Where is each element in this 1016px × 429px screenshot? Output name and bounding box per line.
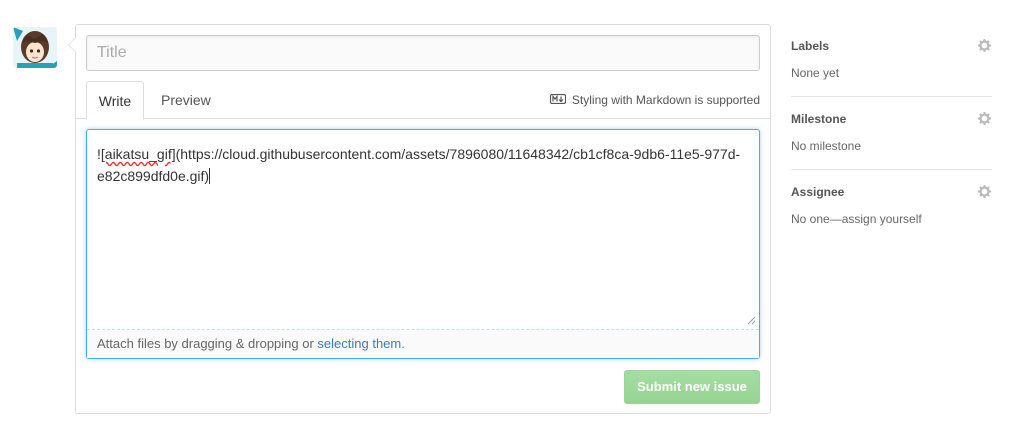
title-input[interactable]: [86, 35, 760, 71]
sidebar-assignee: Assignee No one—assign yourself: [791, 170, 992, 243]
gear-icon[interactable]: [977, 111, 992, 126]
markdown-hint-label: Styling with Markdown is supported: [571, 93, 760, 107]
attach-files-bar[interactable]: Attach files by dragging & dropping or s…: [87, 329, 759, 358]
attach-hint: Attach files by dragging & dropping or: [97, 336, 318, 351]
user-avatar[interactable]: [13, 27, 57, 68]
editor-tabbar: Write Preview Styling with Markdown is s…: [76, 81, 770, 120]
issue-composer: Write Preview Styling with Markdown is s…: [68, 24, 771, 414]
labels-value: None yet: [791, 66, 840, 80]
sidebar-labels: Labels None yet: [791, 24, 992, 97]
tab-preview[interactable]: Preview: [148, 81, 224, 119]
text-caret: [209, 168, 211, 184]
issue-sidebar: Labels None yet Milestone No milestone A…: [791, 24, 992, 243]
spellcheck-word: [aikatsu_gif]: [100, 146, 176, 162]
labels-title: Labels: [791, 39, 830, 53]
select-files-link[interactable]: selecting them.: [317, 336, 404, 351]
markdown-icon: [549, 93, 567, 107]
milestone-value: No milestone: [791, 139, 862, 153]
gear-icon[interactable]: [977, 38, 992, 53]
submit-issue-button[interactable]: Submit new issue: [624, 370, 760, 404]
comment-textarea[interactable]: ![aikatsu_gif](https://cloud.githubuserc…: [86, 129, 760, 359]
markdown-hint[interactable]: Styling with Markdown is supported: [549, 93, 760, 107]
comment-text[interactable]: ![aikatsu_gif](https://cloud.githubuserc…: [97, 143, 747, 187]
tab-write[interactable]: Write: [86, 81, 144, 120]
gear-icon[interactable]: [977, 184, 992, 199]
assignee-value[interactable]: No one—assign yourself: [791, 212, 922, 226]
resize-grip-icon[interactable]: [746, 315, 756, 325]
sidebar-milestone: Milestone No milestone: [791, 97, 992, 170]
assignee-title: Assignee: [791, 185, 845, 199]
milestone-title: Milestone: [791, 112, 847, 126]
